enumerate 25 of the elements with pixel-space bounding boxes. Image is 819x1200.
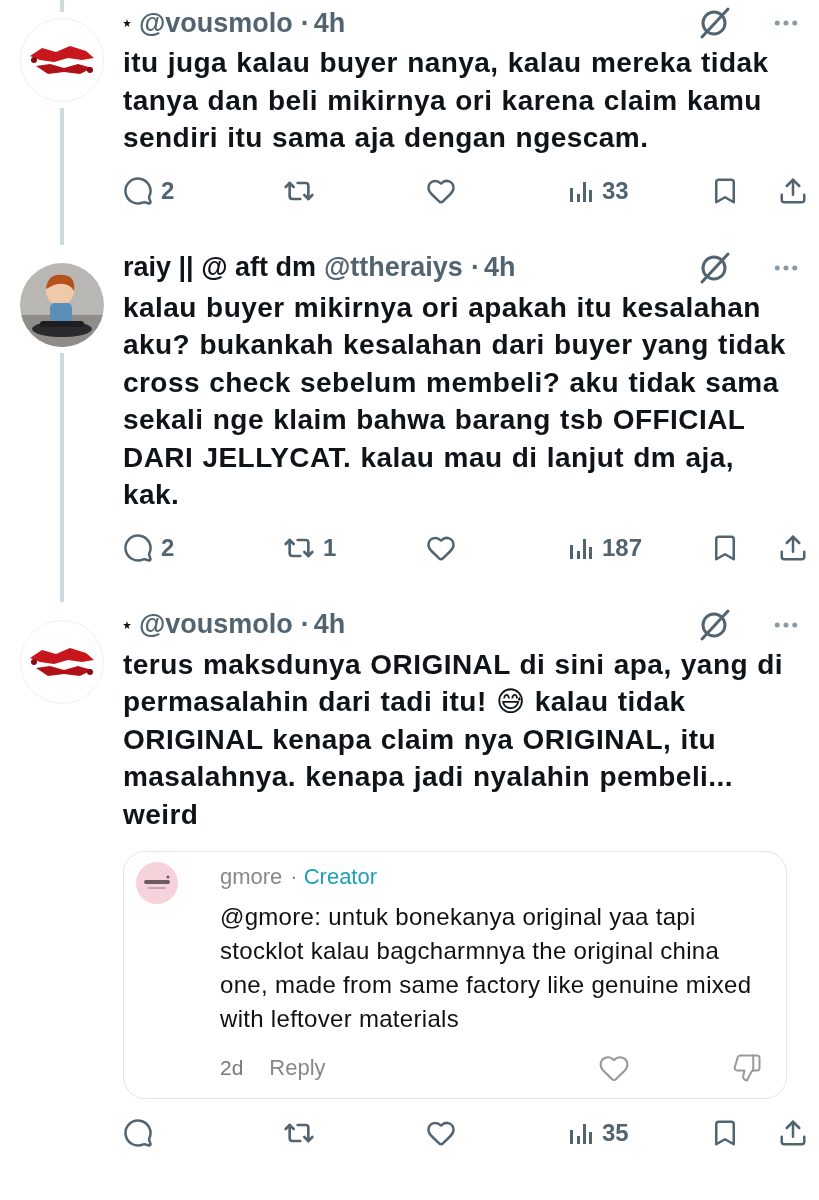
views-button[interactable]: 35 bbox=[568, 1119, 629, 1147]
reply-button[interactable]: 2 bbox=[123, 175, 175, 206]
tweet-text: kalau buyer mikirnya ori apakah itu kesalahan aku? bukankah kesalahan dari buyer yang tidak cross check sebelum membeli? aku tidak sama sekali nge klaim bahwa barang tsb OFFICIAL DARI JELLYCAT. kalau mau di lanjut dm aja, kak. bbox=[123, 290, 787, 512]
handle[interactable]: @ttheraiys bbox=[324, 252, 463, 283]
handle[interactable]: @vousmolo bbox=[139, 609, 293, 640]
commenter-name: gmore bbox=[220, 864, 283, 890]
tweet-text: terus maksdunya ORIGINAL di sini apa, yang di permasalahin dari tadi itu! 😅 kalau tidak ORIGINAL kenapa claim nya ORIGINAL, itu masalahnya. kenapa jadi nyalahin pembeli... weird bbox=[123, 647, 784, 832]
separator: · bbox=[470, 252, 480, 283]
views-button[interactable]: 187 bbox=[568, 533, 643, 562]
reply-button[interactable]: Reply bbox=[269, 1055, 326, 1081]
handle[interactable]: @vousmolo bbox=[139, 7, 293, 39]
separator: · bbox=[290, 864, 298, 890]
repost-button[interactable]: 1 bbox=[283, 531, 337, 564]
comment-text: @gmore: untuk bonekanya original yaa tapi stocklot kalau bagcharmnya the original china one, made from same factory like genuine mixed with leftover materials bbox=[220, 902, 753, 1034]
creator-label: Creator bbox=[303, 864, 378, 890]
comment-time: 2d bbox=[220, 1056, 244, 1080]
timestamp[interactable]: 4h bbox=[313, 609, 346, 640]
reply-button[interactable]: 2 bbox=[123, 532, 175, 563]
tweet-text: itu juga kalau buyer nanya, kalau mereka tidak tanya dan beli mikirnya ori karena claim kamu sendiri itu sama aja dengan ngescam. bbox=[123, 46, 770, 155]
separator: · bbox=[300, 609, 310, 640]
display-name[interactable]: raiy || @ aft dm bbox=[123, 252, 316, 283]
views-button[interactable]: 33 bbox=[568, 176, 629, 205]
timestamp[interactable]: 4h bbox=[313, 7, 346, 39]
separator: · bbox=[300, 7, 310, 39]
timestamp[interactable]: 4h bbox=[483, 252, 516, 283]
